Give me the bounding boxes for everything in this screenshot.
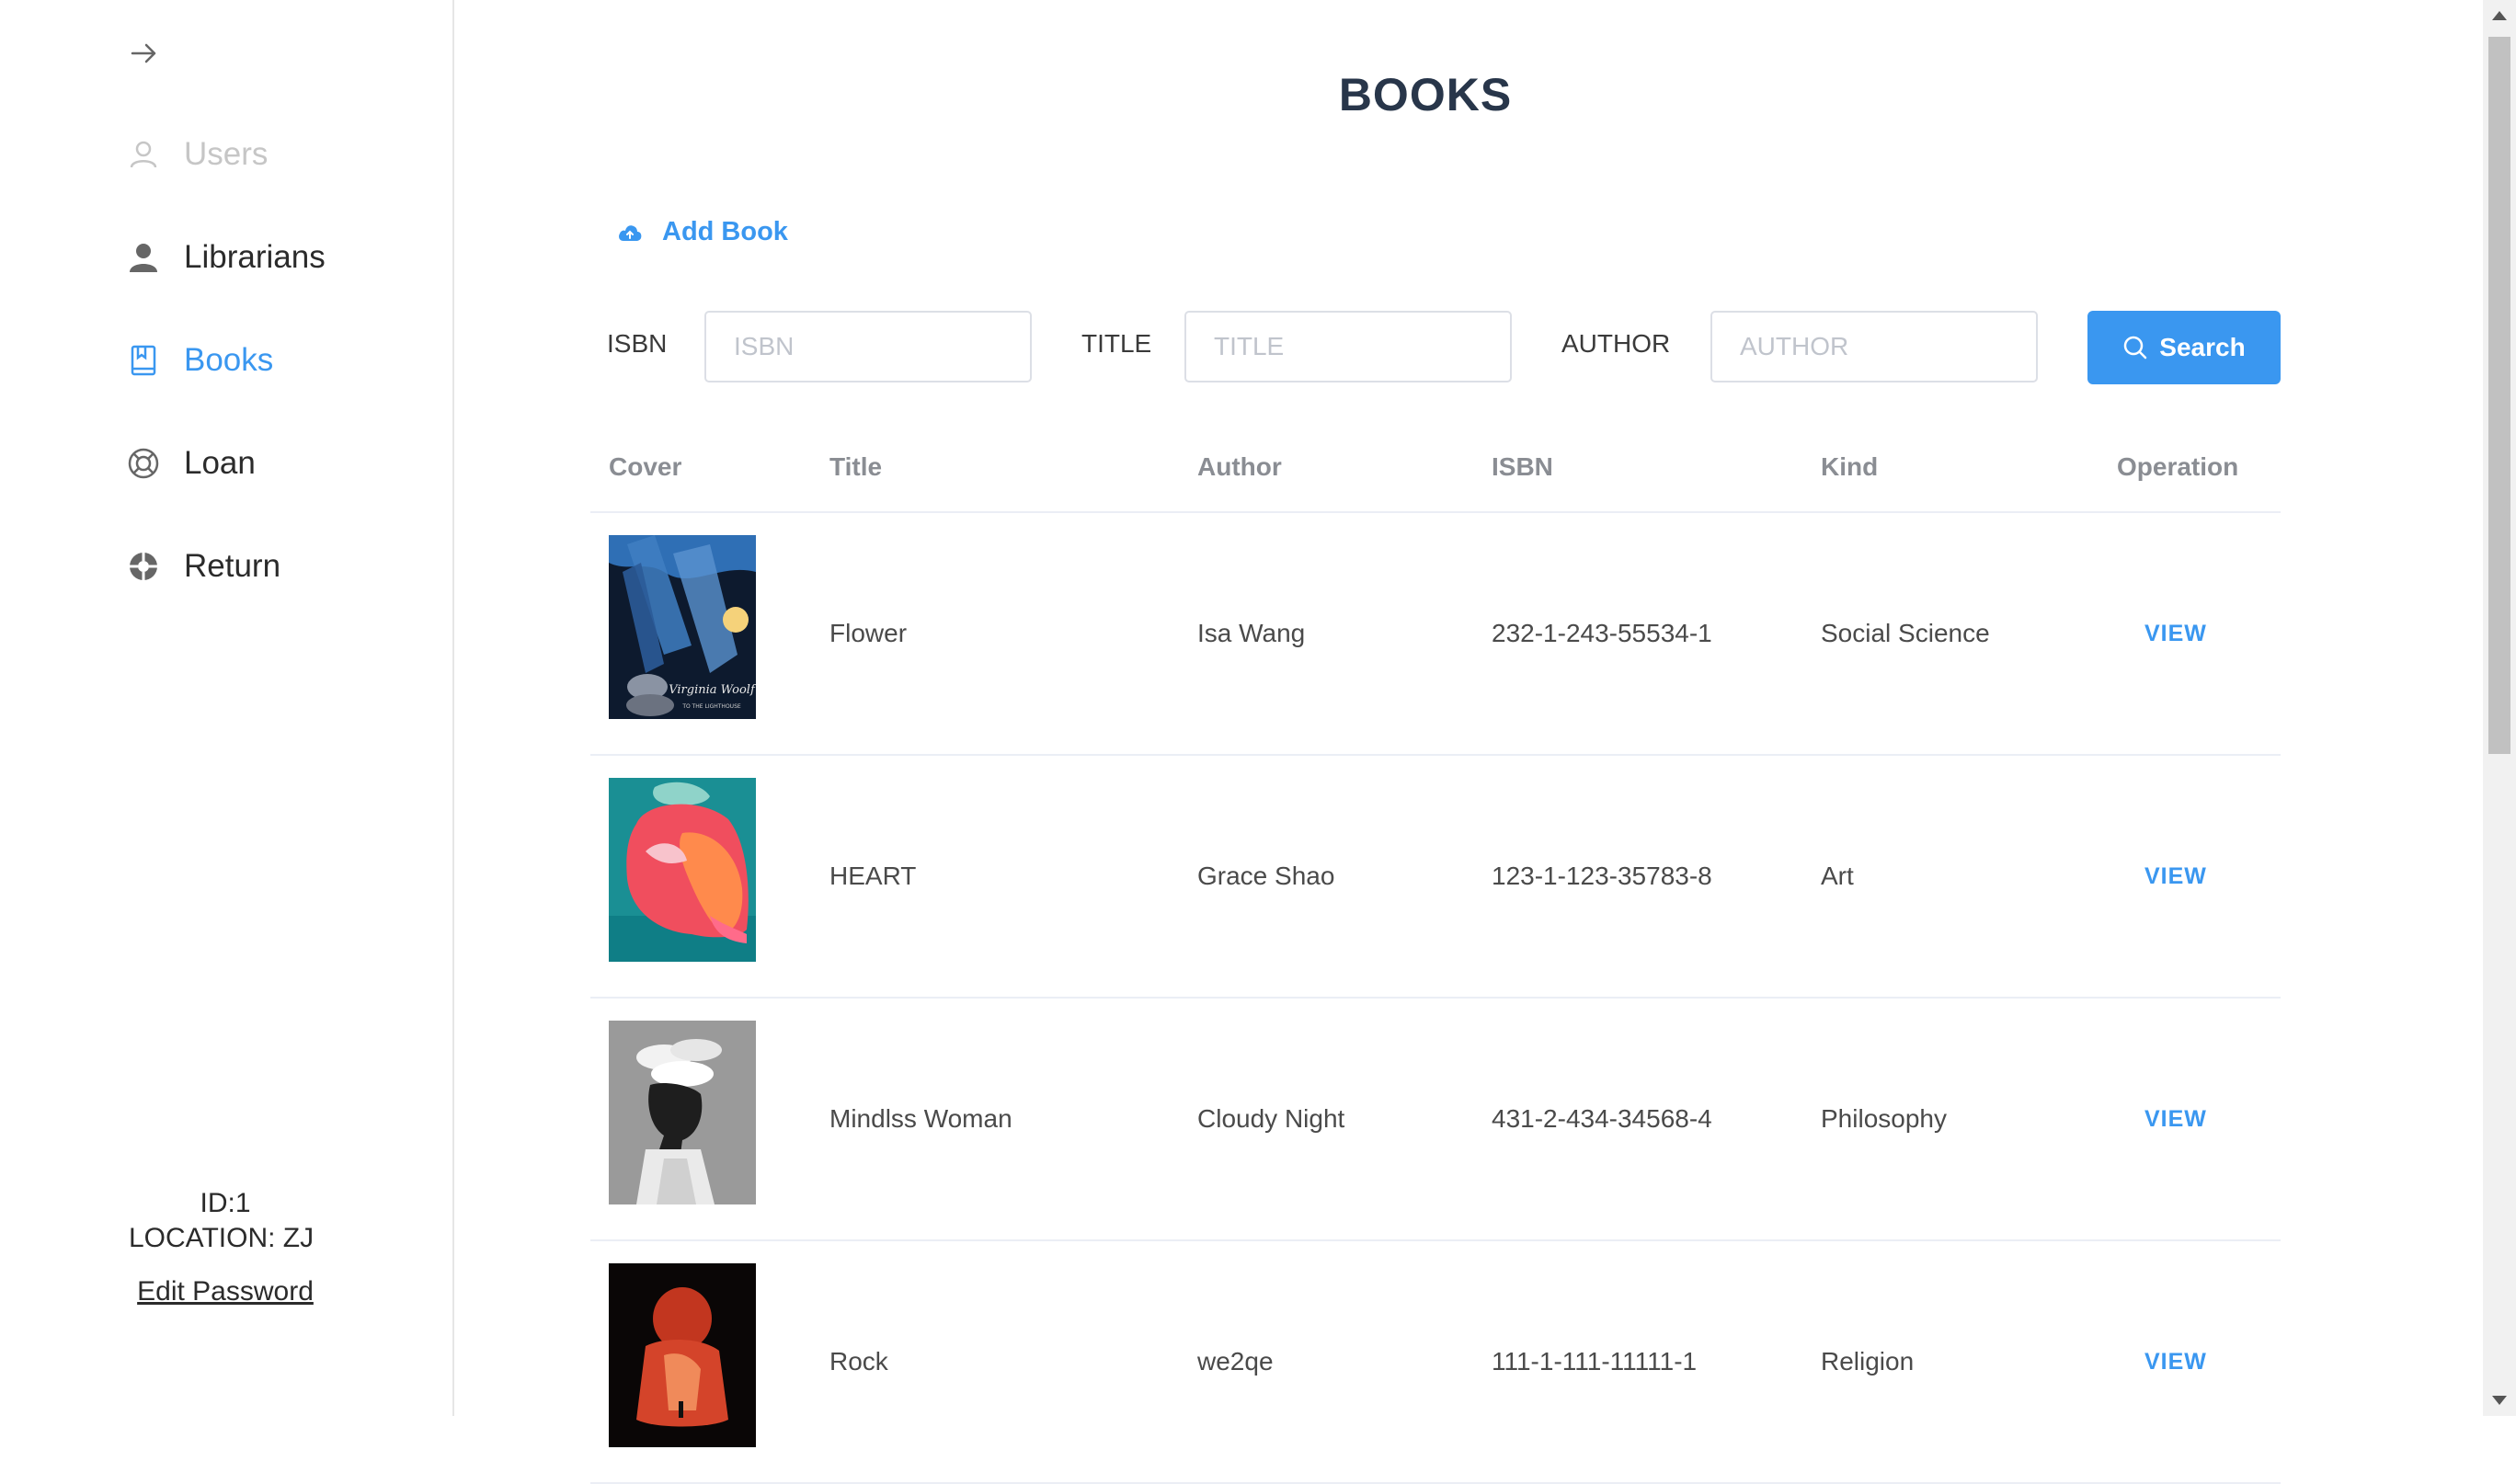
- return-icon: [127, 550, 160, 583]
- user-info: ID:1 LOCATION: ZJ Edit Password: [129, 1186, 322, 1307]
- isbn-label: ISBN: [607, 329, 668, 358]
- table-header: Cover Title Author ISBN Kind Operation: [590, 434, 2281, 513]
- cover-author-text: Virginia Woolf: [669, 683, 756, 697]
- book-author: we2qe: [1197, 1347, 1274, 1376]
- book-author: Grace Shao: [1197, 862, 1335, 890]
- book-title: HEART: [829, 862, 917, 890]
- view-button[interactable]: VIEW: [2144, 863, 2207, 890]
- table-row: Virginia Woolf TO THE LIGHTHOUSE Flower …: [590, 513, 2281, 756]
- vertical-scrollbar[interactable]: [2483, 0, 2516, 1416]
- table-row: Rock we2qe 111-1-111-11111-1 Religion VI…: [590, 1241, 2281, 1484]
- column-header-isbn: ISBN: [1492, 452, 1553, 481]
- view-button[interactable]: VIEW: [2144, 621, 2207, 647]
- cloud-upload-icon: [616, 219, 644, 246]
- scrollbar-thumb[interactable]: [2488, 37, 2510, 754]
- book-isbn: 123-1-123-35783-8: [1492, 862, 1712, 890]
- book-kind: Social Science: [1821, 619, 1990, 647]
- book-kind: Religion: [1821, 1347, 1915, 1376]
- user-icon: [127, 241, 160, 274]
- table-row: Mindlss Woman Cloudy Night 431-2-434-345…: [590, 999, 2281, 1241]
- search-icon: [2122, 335, 2148, 360]
- sidebar-item-users[interactable]: Users: [127, 127, 268, 182]
- add-book-label: Add Book: [662, 217, 788, 246]
- column-header-kind: Kind: [1821, 452, 1879, 481]
- cover-title-text: TO THE LIGHTHOUSE: [681, 703, 741, 710]
- scroll-up-icon[interactable]: [2492, 11, 2507, 20]
- page-title: BOOKS: [1338, 69, 1513, 120]
- view-button[interactable]: VIEW: [2144, 1349, 2207, 1376]
- user-outline-icon: [127, 138, 160, 171]
- book-cover-image: [609, 1263, 756, 1447]
- user-id: ID:1: [200, 1188, 251, 1218]
- sidebar: Users Librarians Books Loan Return ID:1 …: [0, 0, 454, 1416]
- lifebuoy-icon: [127, 447, 160, 480]
- books-table: Cover Title Author ISBN Kind Operation V…: [590, 434, 2281, 1484]
- book-title: Mindlss Woman: [829, 1104, 1012, 1133]
- book-isbn: 232-1-243-55534-1: [1492, 619, 1712, 647]
- book-cover-image: [609, 778, 756, 962]
- book-isbn: 111-1-111-11111-1: [1492, 1347, 1698, 1376]
- search-button-label: Search: [2159, 333, 2246, 361]
- book-cover-image: [609, 1021, 756, 1204]
- sidebar-item-label: Loan: [184, 445, 256, 481]
- table-row: HEART Grace Shao 123-1-123-35783-8 Art V…: [590, 756, 2281, 999]
- view-button[interactable]: VIEW: [2144, 1106, 2207, 1133]
- author-label: AUTHOR: [1561, 329, 1671, 358]
- book-author: Cloudy Night: [1197, 1104, 1345, 1133]
- book-title: Rock: [829, 1347, 888, 1376]
- search-button[interactable]: Search: [2087, 311, 2281, 384]
- sidebar-item-label: Librarians: [184, 239, 326, 275]
- arrow-right-icon[interactable]: [127, 37, 160, 70]
- sidebar-item-return[interactable]: Return: [127, 539, 280, 594]
- title-input[interactable]: [1184, 311, 1512, 382]
- sidebar-item-label: Books: [184, 342, 274, 378]
- book-icon: [127, 344, 160, 377]
- sidebar-item-loan[interactable]: Loan: [127, 436, 256, 491]
- author-input[interactable]: [1710, 311, 2038, 382]
- book-author: Isa Wang: [1197, 619, 1306, 647]
- add-book-button[interactable]: Add Book: [616, 217, 788, 247]
- book-isbn: 431-2-434-34568-4: [1492, 1104, 1712, 1133]
- column-header-operation: Operation: [2117, 452, 2239, 481]
- user-location: LOCATION: ZJ: [129, 1223, 314, 1253]
- column-header-author: Author: [1197, 452, 1282, 481]
- column-header-title: Title: [829, 452, 883, 481]
- sidebar-item-books[interactable]: Books: [127, 333, 273, 388]
- edit-password-link[interactable]: Edit Password: [137, 1276, 314, 1307]
- title-label: TITLE: [1081, 329, 1152, 358]
- book-kind: Art: [1821, 862, 1854, 890]
- book-cover-image: Virginia Woolf TO THE LIGHTHOUSE: [609, 535, 756, 719]
- book-kind: Philosophy: [1821, 1104, 1947, 1133]
- sidebar-item-librarians[interactable]: Librarians: [127, 230, 326, 285]
- sidebar-item-label: Return: [184, 548, 281, 584]
- book-title: Flower: [829, 619, 908, 647]
- isbn-input[interactable]: [704, 311, 1032, 382]
- scroll-down-icon[interactable]: [2492, 1396, 2507, 1405]
- column-header-cover: Cover: [609, 452, 682, 481]
- sidebar-item-label: Users: [184, 136, 269, 172]
